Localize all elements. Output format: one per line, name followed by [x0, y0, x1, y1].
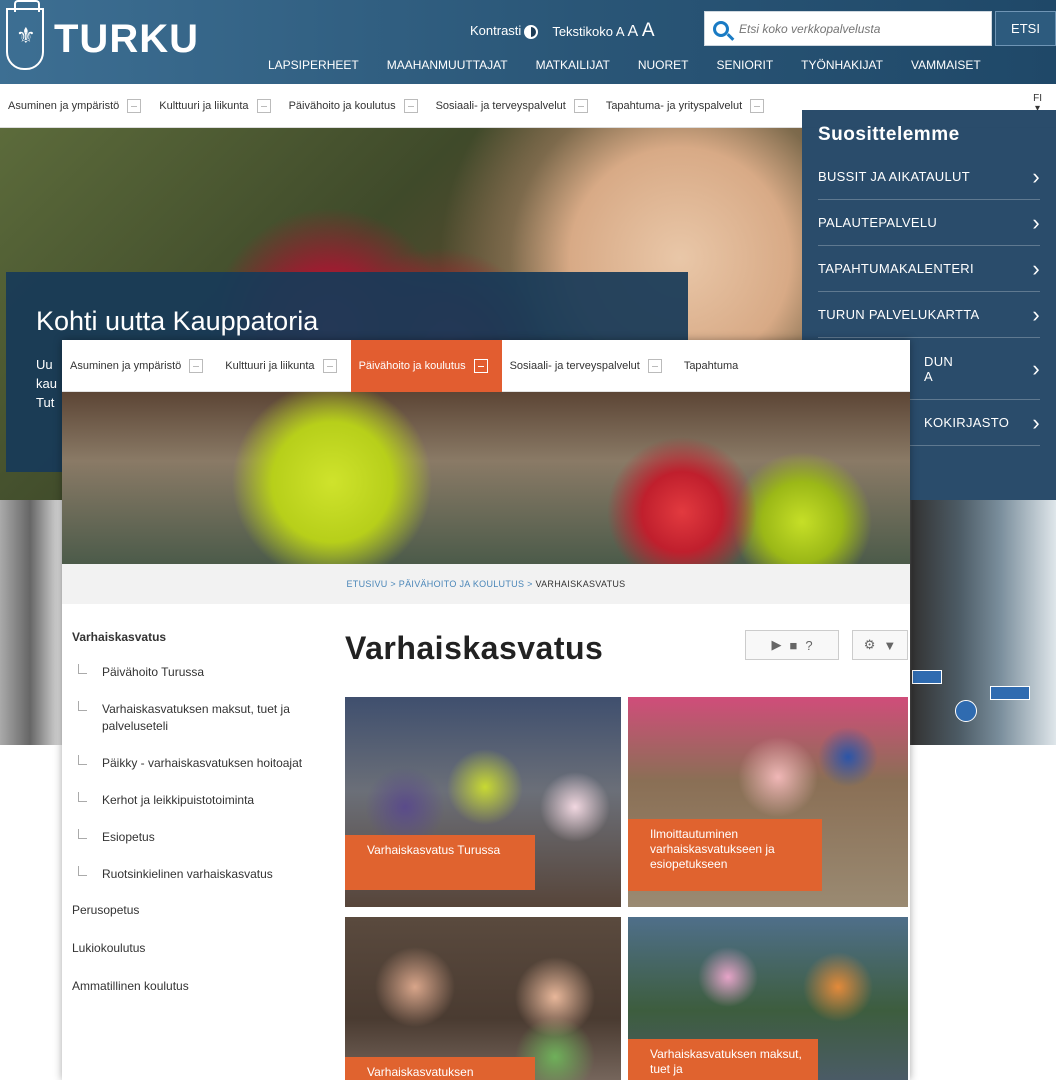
sidenav-item-perusopetus[interactable]: Perusopetus	[72, 903, 332, 917]
tile-ilmoittautuminen[interactable]: Ilmoittautuminen varhaiskasvatukseen ja …	[628, 697, 908, 907]
street-sign	[955, 700, 977, 722]
breadcrumb-home[interactable]: ETUSIVU	[347, 579, 388, 589]
expand-icon[interactable]	[647, 358, 662, 373]
category-tapahtuma[interactable]: Tapahtuma- ja yrityspalvelut	[606, 98, 765, 113]
nav-item-matkailijat[interactable]: MATKAILIJAT	[536, 58, 610, 72]
contrast-toggle[interactable]: Kontrasti	[470, 23, 539, 39]
overlay-category-paivahoito[interactable]: Päivähoito ja koulutus	[350, 340, 502, 392]
expand-icon[interactable]	[322, 358, 337, 373]
category-sosiaali[interactable]: Sosiaali- ja terveyspalvelut	[436, 98, 588, 113]
hero-title: Kohti uutta Kauppatoria	[36, 306, 319, 336]
street-sign	[990, 686, 1030, 700]
nav-item-maahanmuuttajat[interactable]: MAAHANMUUTTAJAT	[387, 58, 508, 72]
overlay-category-bar: Asuminen ja ympäristö Kulttuuri ja liiku…	[62, 340, 910, 392]
chevron-right-icon: ›	[1032, 209, 1040, 235]
nav-item-seniorit[interactable]: SENIORIT	[717, 58, 774, 72]
search-input[interactable]	[739, 21, 979, 36]
settings-menu[interactable]: ⚙ ▼	[852, 630, 908, 660]
sidenav-item-ammatillinen[interactable]: Ammatillinen koulutus	[72, 979, 332, 993]
expand-icon[interactable]	[403, 98, 418, 113]
tile-maksut[interactable]: Varhaiskasvatuksen maksut, tuet ja	[628, 917, 908, 1080]
recommendations-title: Suosittelemme	[818, 124, 960, 145]
textsize-large[interactable]: A	[642, 20, 655, 41]
street-sign	[912, 670, 942, 684]
chevron-right-icon: ›	[1032, 301, 1040, 327]
sidenav-item-ruotsinkielinen[interactable]: Ruotsinkielinen varhaiskasvatus	[72, 866, 332, 883]
tile-varhaiskasvatus-turussa[interactable]: Varhaiskasvatus Turussa	[345, 697, 621, 907]
reco-item-tapahtumakalenteri[interactable]: TAPAHTUMAKALENTERI ›	[818, 246, 1040, 292]
chevron-right-icon: ›	[1032, 163, 1040, 189]
expand-icon[interactable]	[127, 98, 142, 113]
category-kulttuuri[interactable]: Kulttuuri ja liikunta	[159, 98, 271, 113]
play-icon[interactable]: ▶	[771, 637, 781, 653]
nav-item-lapsiperheet[interactable]: LAPSIPERHEET	[268, 58, 359, 72]
chevron-right-icon: ›	[1032, 355, 1040, 381]
nav-item-nuoret[interactable]: NUORET	[638, 58, 689, 72]
sidenav-item-esiopetus[interactable]: Esiopetus	[72, 829, 332, 846]
top-header: ⚜ TURKU Kontrasti Tekstikoko A A A ETSI …	[0, 0, 1056, 84]
nav-item-tyonhakijat[interactable]: TYÖNHAKIJAT	[801, 58, 883, 72]
overlay-category-tapahtuma[interactable]: Tapahtuma	[676, 340, 752, 392]
textsize-small[interactable]: A	[616, 24, 624, 39]
readspeaker-controls: ▶ ■ ?	[745, 630, 839, 660]
tile-label: Ilmoittautuminen varhaiskasvatukseen ja …	[628, 819, 822, 891]
expand-icon[interactable]	[750, 98, 765, 113]
stop-icon[interactable]: ■	[789, 638, 797, 653]
section-sidenav: Varhaiskasvatus Päivähoito Turussa Varha…	[72, 630, 332, 1017]
help-icon[interactable]: ?	[805, 638, 812, 653]
sidenav-item-paikky[interactable]: Päikky - varhaiskasvatuksen hoitoajat	[72, 755, 332, 772]
breadcrumb-section[interactable]: PÄIVÄHOITO JA KOULUTUS	[399, 579, 524, 589]
search-icon	[713, 20, 729, 37]
crest-icon: ⚜	[6, 0, 44, 70]
nav-item-vammaiset[interactable]: VAMMAISET	[911, 58, 981, 72]
sidenav-heading[interactable]: Varhaiskasvatus	[72, 630, 332, 644]
chevron-right-icon: ›	[1032, 255, 1040, 281]
tile-label: Varhaiskasvatus Turussa	[345, 835, 535, 890]
expand-icon[interactable]	[473, 358, 488, 373]
varhaiskasvatus-page: Asuminen ja ympäristö Kulttuuri ja liiku…	[62, 340, 910, 1080]
tile-label: Varhaiskasvatuksen maksut, tuet ja	[628, 1039, 818, 1080]
sidenav-item-maksut[interactable]: Varhaiskasvatuksen maksut, tuet ja palve…	[72, 701, 332, 735]
textsize-control[interactable]: Tekstikoko A A A	[552, 20, 654, 42]
overlay-category-asuminen[interactable]: Asuminen ja ympäristö	[62, 340, 217, 392]
search-button[interactable]: ETSI	[995, 11, 1056, 46]
expand-icon[interactable]	[573, 98, 588, 113]
turku-logo[interactable]: ⚜ TURKU	[6, 0, 199, 70]
accessibility-tools: Kontrasti Tekstikoko A A A	[470, 20, 655, 42]
tile-label: Varhaiskasvatuksen	[345, 1057, 535, 1080]
overlay-category-kulttuuri[interactable]: Kulttuuri ja liikunta	[217, 340, 350, 392]
reco-item-palvelukartta[interactable]: TURUN PALVELUKARTTA ›	[818, 292, 1040, 338]
sidenav-item-paivahoito[interactable]: Päivähoito Turussa	[72, 664, 332, 681]
breadcrumb-current: VARHAISKASVATUS	[535, 579, 626, 589]
chevron-right-icon: ›	[1032, 409, 1040, 435]
gear-icon: ⚙	[863, 637, 876, 652]
category-paivahoito[interactable]: Päivähoito ja koulutus	[289, 98, 418, 113]
reco-item-bussit[interactable]: BUSSIT JA AIKATAULUT ›	[818, 154, 1040, 200]
textsize-medium[interactable]: A	[628, 23, 639, 40]
category-asuminen[interactable]: Asuminen ja ympäristö	[8, 98, 142, 113]
sidenav-item-lukiokoulutus[interactable]: Lukiokoulutus	[72, 941, 332, 955]
contrast-icon	[524, 24, 539, 39]
logo-text: TURKU	[54, 16, 199, 61]
audience-nav: LAPSIPERHEET MAAHANMUUTTAJAT MATKAILIJAT…	[268, 58, 1009, 72]
reco-item-palaute[interactable]: PALAUTEPALVELU ›	[818, 200, 1040, 246]
breadcrumb: ETUSIVU > PÄIVÄHOITO JA KOULUTUS > VARHA…	[62, 564, 910, 604]
expand-icon[interactable]	[256, 98, 271, 113]
overlay-category-sosiaali[interactable]: Sosiaali- ja terveyspalvelut	[502, 340, 676, 392]
tile-varhaiskasvatuksen[interactable]: Varhaiskasvatuksen	[345, 917, 621, 1080]
children-banner-image	[62, 392, 910, 564]
sidenav-item-kerhot[interactable]: Kerhot ja leikkipuistotoiminta	[72, 792, 332, 809]
chevron-down-icon: ▼	[883, 637, 897, 653]
page-title: Varhaiskasvatus	[345, 630, 604, 666]
search-box	[704, 11, 992, 46]
expand-icon[interactable]	[189, 358, 204, 373]
